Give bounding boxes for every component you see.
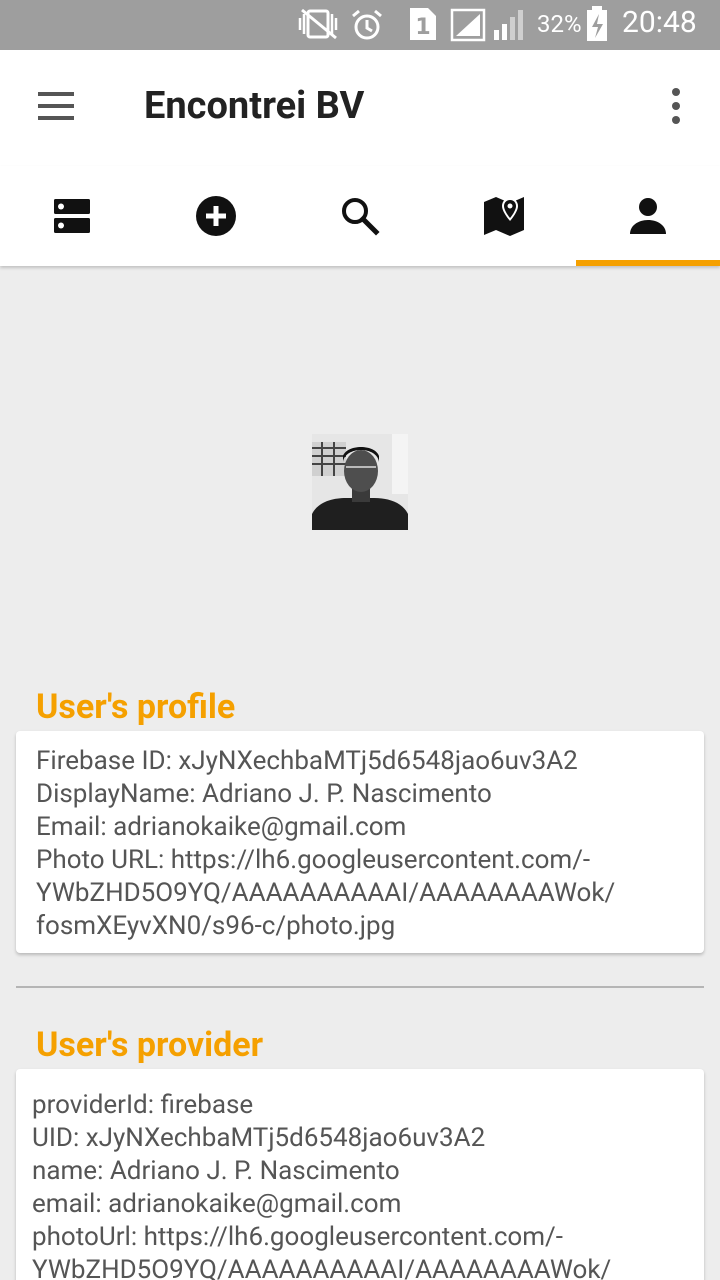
battery-percent: 32% (537, 10, 582, 38)
tab-search[interactable] (288, 166, 432, 266)
user-avatar (312, 434, 408, 530)
profile-line: fosmXEyvXN0/s96-c/photo.jpg (36, 911, 396, 941)
section-divider (16, 986, 704, 988)
menu-icon (38, 92, 74, 120)
sim-1-icon: 1 (408, 6, 438, 46)
provider-line: email: adrianokaike@gmail.com (32, 1189, 402, 1219)
add-circle-icon (196, 196, 236, 236)
app-bar: Encontrei BV (0, 50, 720, 166)
provider-line: YWbZHD5O9YQ/AAAAAAAAAAI/AAAAAAAAWok/ (32, 1255, 612, 1280)
tab-map[interactable] (432, 166, 576, 266)
signal-2-icon (490, 8, 526, 46)
menu-button[interactable] (30, 86, 82, 126)
tab-list[interactable] (0, 166, 144, 266)
provider-line: UID: xJyNXechbaMTj5d6548jao6uv3A2 (32, 1123, 486, 1153)
map-pin-icon (484, 197, 524, 236)
vibrate-icon (296, 8, 342, 44)
provider-section-title: User's provider (36, 1025, 264, 1065)
alarm-icon (350, 8, 384, 46)
profile-line: DisplayName: Adriano J. P. Nascimento (36, 779, 492, 809)
tab-add[interactable] (144, 166, 288, 266)
person-icon (630, 198, 666, 234)
provider-line: photoUrl: https://lh6.googleusercontent.… (32, 1222, 563, 1252)
status-bar: 1 32% 20:48 (0, 0, 720, 50)
sim-slot-text: 1 (415, 15, 430, 40)
provider-line: providerId: firebase (32, 1090, 254, 1120)
provider-card: providerId: firebase UID: xJyNXechbaMTj5… (16, 1069, 704, 1280)
profile-line: Photo URL: https://lh6.googleusercontent… (36, 845, 591, 875)
provider-line: name: Adriano J. P. Nascimento (32, 1156, 400, 1186)
app-title: Encontrei BV (144, 84, 365, 128)
profile-card: Firebase ID: xJyNXechbaMTj5d6548jao6uv3A… (16, 731, 704, 953)
battery-charging-icon (585, 6, 609, 46)
list-icon (54, 199, 90, 233)
profile-line: YWbZHD5O9YQ/AAAAAAAAAAI/AAAAAAAAWok/ (36, 878, 616, 908)
overflow-menu-icon (672, 88, 680, 124)
profile-line: Firebase ID: xJyNXechbaMTj5d6548jao6uv3A… (36, 746, 578, 776)
tab-bar (0, 166, 720, 266)
search-icon (342, 198, 380, 236)
overflow-menu-button[interactable] (656, 86, 696, 130)
profile-line: Email: adrianokaike@gmail.com (36, 812, 407, 842)
clock: 20:48 (622, 5, 697, 40)
profile-section-title: User's profile (36, 687, 236, 727)
selected-tab-indicator (576, 260, 720, 266)
tab-profile[interactable] (576, 166, 720, 266)
signal-1-icon (450, 8, 486, 46)
